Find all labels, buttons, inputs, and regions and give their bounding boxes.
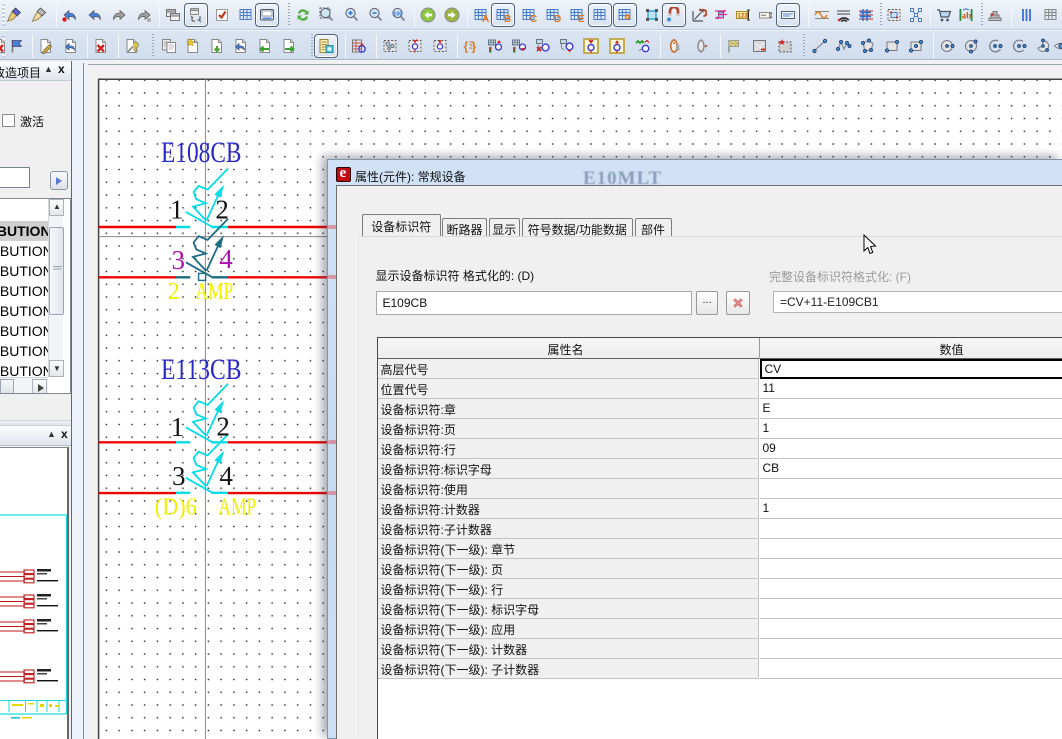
svg-text:(D)6: (D)6 [155,495,197,521]
svg-text:4: 4 [219,461,233,491]
svg-text:3: 3 [172,461,186,491]
svg-text:3: 3 [172,245,186,275]
svg-text:2: 2 [168,279,180,305]
svg-text:C: C [530,14,537,23]
svg-text:2: 2 [216,411,230,441]
svg-text:2: 2 [215,195,229,225]
svg-text:D: D [554,14,561,23]
svg-text:E113CB: E113CB [161,353,242,386]
svg-text:AMP: AMP [196,279,234,305]
svg-text:1: 1 [171,412,185,442]
svg-text:E: E [578,14,585,23]
svg-text:ab: ab [962,11,972,21]
svg-text:A: A [482,14,489,23]
svg-text:AMP: AMP [218,495,256,521]
svg-text:123: 123 [738,14,749,20]
svg-text:E108CB: E108CB [161,136,242,169]
svg-text:4: 4 [219,244,233,274]
svg-text:1: 1 [170,195,184,225]
svg-text:B: B [504,14,511,23]
